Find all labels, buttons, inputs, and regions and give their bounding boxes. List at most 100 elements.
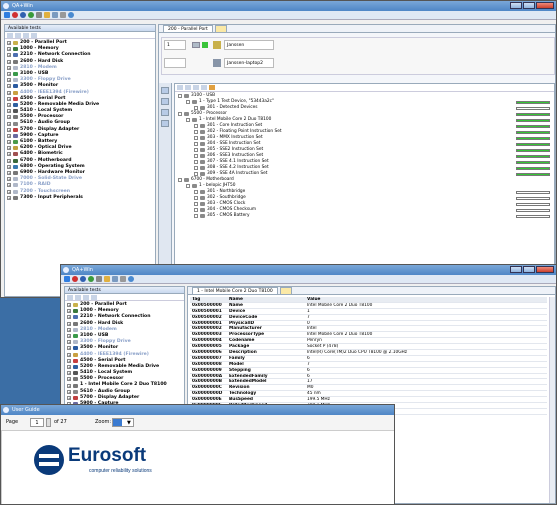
settings-icon[interactable] [36,12,42,18]
expand-toggle-icon[interactable]: + [67,383,71,388]
expand-toggle-icon[interactable]: + [67,352,71,357]
minimize-button-2[interactable] [510,266,522,273]
user-guide-titlebar[interactable]: User Guide [1,405,394,415]
expand-toggle-icon[interactable]: + [7,84,11,89]
expand-toggle-icon[interactable]: + [7,59,11,64]
expand-toggle-icon[interactable]: + [7,96,11,101]
expand-toggle-icon[interactable] [194,106,198,110]
stop-icon[interactable] [12,12,18,18]
expand-toggle-icon[interactable]: + [7,65,11,70]
tab-extra-2[interactable] [279,287,292,294]
print-icon-2[interactable] [120,276,126,282]
move-down-icon[interactable] [161,98,169,105]
main-window-titlebar[interactable]: QA+Win [1,1,556,11]
print-icon[interactable] [60,12,66,18]
expand-toggle-icon[interactable]: + [7,72,11,77]
expand-toggle-icon[interactable]: + [7,115,11,120]
expand-toggle-icon[interactable] [194,190,198,194]
zoom-icon[interactable] [193,85,199,90]
move-up-icon[interactable] [161,87,169,94]
refresh-icon-2[interactable] [88,276,94,282]
expand-toggle-icon[interactable]: + [7,127,11,132]
play-icon-2[interactable] [64,276,70,282]
expand-toggle-icon[interactable]: + [67,309,71,314]
expand-icon[interactable] [177,85,183,90]
folder-icon-2[interactable] [104,276,110,282]
expand-toggle-icon[interactable]: + [67,371,71,376]
expand-toggle-icon[interactable] [194,136,198,140]
expand-toggle-icon[interactable]: + [67,364,71,369]
chart-icon[interactable] [209,85,215,90]
expand-toggle-icon[interactable]: + [67,321,71,326]
expand-toggle-icon[interactable] [194,214,198,218]
expand-toggle-icon[interactable] [178,94,182,98]
expand-toggle-icon[interactable] [194,160,198,164]
expand-toggle-icon[interactable]: + [7,146,11,151]
minimize-button[interactable] [510,2,522,9]
expand-toggle-icon[interactable]: + [7,41,11,46]
close-button-2[interactable] [536,266,554,273]
pause-icon[interactable] [20,12,26,18]
play-icon[interactable] [4,12,10,18]
tab-extra[interactable] [214,25,227,32]
tree-item[interactable]: +7300 - Input Peripherals [5,195,155,201]
close-button[interactable] [536,2,554,9]
expand-all-icon[interactable] [7,33,13,38]
expand-toggle-icon[interactable]: + [67,334,71,339]
expand-toggle-icon[interactable]: + [7,140,11,145]
expand-toggle-icon[interactable] [186,184,190,188]
collapse-icon[interactable] [185,85,191,90]
expand-toggle-icon[interactable]: + [7,53,11,58]
expand-toggle-icon[interactable]: + [7,78,11,83]
list-icon[interactable] [161,120,169,127]
expand-toggle-icon[interactable] [194,208,198,212]
pause-icon-2[interactable] [80,276,86,282]
expand-all-icon-2[interactable] [67,295,73,300]
page-spinner[interactable] [46,418,51,427]
expand-toggle-icon[interactable] [194,124,198,128]
stop-icon-2[interactable] [72,276,78,282]
vertical-scrollbar[interactable] [549,297,555,503]
select-icon[interactable] [23,33,29,38]
folder-icon[interactable] [44,12,50,18]
expand-toggle-icon[interactable]: + [7,90,11,95]
tab-parallel-port[interactable]: 200 - Parallel Port [163,25,213,32]
chevron-down-icon[interactable]: ▼ [127,420,131,426]
expand-toggle-icon[interactable] [194,172,198,176]
expand-toggle-icon[interactable] [186,100,190,104]
expand-toggle-icon[interactable]: + [7,164,11,169]
maximize-button[interactable] [523,2,535,9]
expand-toggle-icon[interactable]: + [67,303,71,308]
expand-toggle-icon[interactable]: + [7,183,11,188]
report-icon-2[interactable] [112,276,118,282]
expand-toggle-icon[interactable] [194,148,198,152]
expand-toggle-icon[interactable]: + [67,340,71,345]
second-window-titlebar[interactable]: QA+Win [61,265,556,275]
collapse-all-icon-2[interactable] [75,295,81,300]
expand-toggle-icon[interactable] [194,154,198,158]
filter-icon[interactable] [31,33,37,38]
refresh-icon[interactable] [28,12,34,18]
report-icon[interactable] [52,12,58,18]
expand-toggle-icon[interactable] [194,142,198,146]
expand-toggle-icon[interactable]: + [67,315,71,320]
expand-toggle-icon[interactable]: + [67,395,71,400]
expand-toggle-icon[interactable]: + [7,121,11,126]
expand-toggle-icon[interactable] [194,202,198,206]
result-row[interactable]: 305 - CMOS Battery [175,213,554,219]
help-icon-2[interactable] [128,276,134,282]
expand-toggle-icon[interactable] [194,196,198,200]
expand-toggle-icon[interactable]: + [67,327,71,332]
expand-toggle-icon[interactable] [178,112,182,116]
maximize-button-2[interactable] [523,266,535,273]
expand-toggle-icon[interactable] [186,118,190,122]
help-icon[interactable] [68,12,74,18]
select-icon-2[interactable] [83,295,89,300]
expand-toggle-icon[interactable]: + [7,109,11,114]
page-input[interactable]: 1 [30,418,44,427]
expand-toggle-icon[interactable]: + [7,177,11,182]
expand-toggle-icon[interactable]: + [7,47,11,52]
sort-icon[interactable] [201,85,207,90]
expand-toggle-icon[interactable]: + [7,171,11,176]
expand-toggle-icon[interactable]: + [7,189,11,194]
